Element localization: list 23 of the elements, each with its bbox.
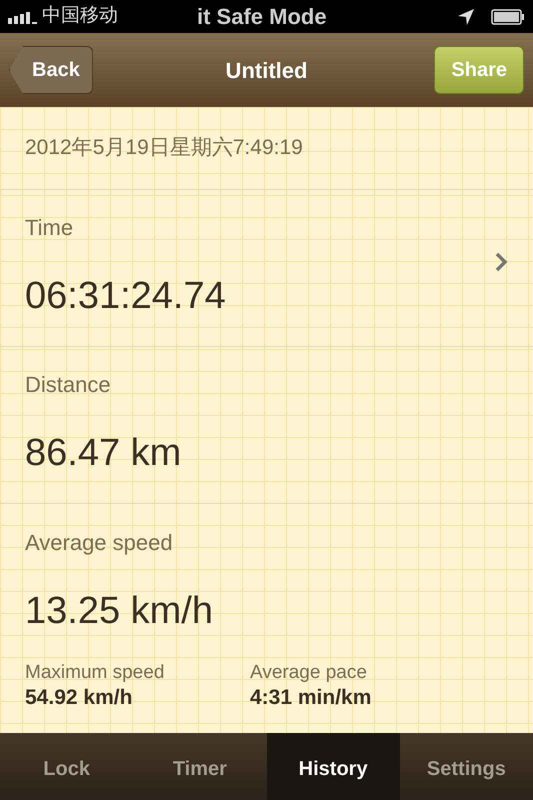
location-arrow-icon: [457, 8, 475, 26]
screen-title: Untitled: [226, 56, 308, 84]
stat-label: Maximum speed: [25, 661, 166, 685]
metric-value: 86.47 km: [25, 431, 182, 476]
carrier-name: 中国移动: [42, 4, 118, 28]
metric-value: 06:31:24.74: [25, 274, 226, 319]
stat-value: 4:31 min/km: [250, 684, 372, 711]
back-button[interactable]: Back: [9, 46, 93, 94]
metric-label: Average speed: [25, 528, 174, 557]
stat-value: 54.92 km/h: [25, 684, 134, 711]
chevron-right-icon[interactable]: [494, 252, 508, 272]
metric-label: Distance: [25, 371, 112, 399]
tab[interactable]: Lock: [0, 733, 134, 800]
stat-label: Average pace: [250, 661, 368, 685]
metric-value: 13.25 km/h: [25, 588, 213, 634]
tab[interactable]: Settings: [400, 733, 533, 800]
signal-icon: [8, 10, 38, 24]
tab[interactable]: History: [266, 733, 400, 800]
metric-label: Time: [25, 214, 74, 242]
status-title: it Safe Mode: [197, 3, 327, 31]
battery-icon: [491, 8, 525, 24]
date-time-text: 2012年5月19日星期六7:49:19: [25, 135, 303, 162]
tab[interactable]: Timer: [133, 733, 266, 800]
